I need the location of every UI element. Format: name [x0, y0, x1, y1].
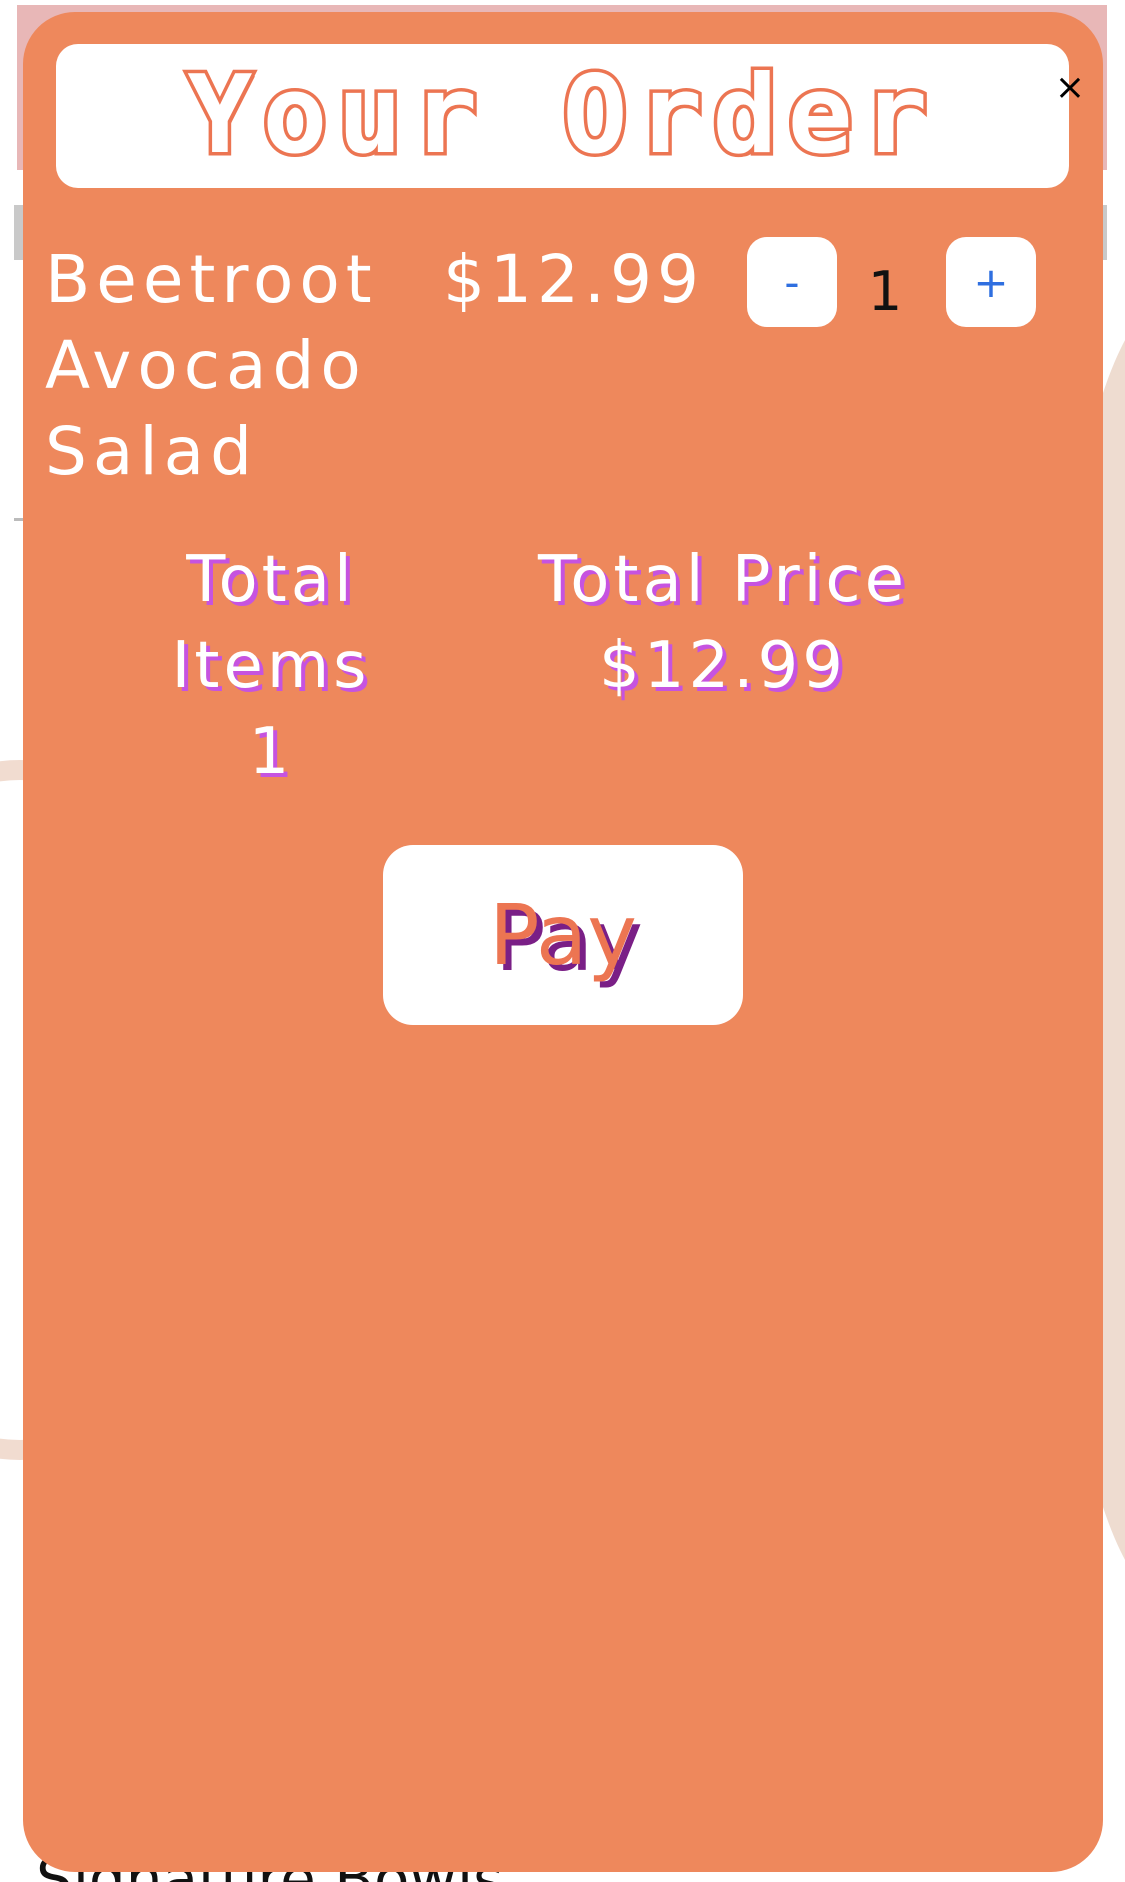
order-summary: Total Items 1 Total Price $12.99 — [23, 537, 1103, 789]
pay-button-label: Pay — [488, 886, 638, 984]
total-items-value: 1 — [248, 715, 294, 789]
decrease-quantity-button[interactable]: - — [747, 237, 837, 327]
pay-button[interactable]: Pay — [383, 845, 743, 1025]
order-item-row: Beetroot Avocado Salad $12.99 - 1 + — [45, 237, 1085, 497]
total-price-value: $12.99 — [599, 629, 847, 703]
order-modal: Your Order × Beetroot Avocado Salad $12.… — [23, 12, 1103, 1872]
total-price-label: Total Price — [538, 543, 908, 617]
close-button[interactable]: × — [1055, 70, 1085, 106]
item-price: $12.99 — [443, 241, 704, 318]
increase-quantity-button[interactable]: + — [946, 237, 1036, 327]
item-quantity: 1 — [867, 260, 903, 323]
modal-title: Your Order — [184, 53, 938, 178]
modal-header: Your Order — [56, 44, 1069, 188]
page: Signature Bowls Your Order × Beetroot Av… — [0, 0, 1125, 1882]
total-items-label: Total Items — [171, 543, 371, 703]
total-items: Total Items 1 — [121, 537, 421, 795]
total-price: Total Price $12.99 — [473, 537, 973, 709]
item-name: Beetroot Avocado Salad — [45, 241, 378, 490]
